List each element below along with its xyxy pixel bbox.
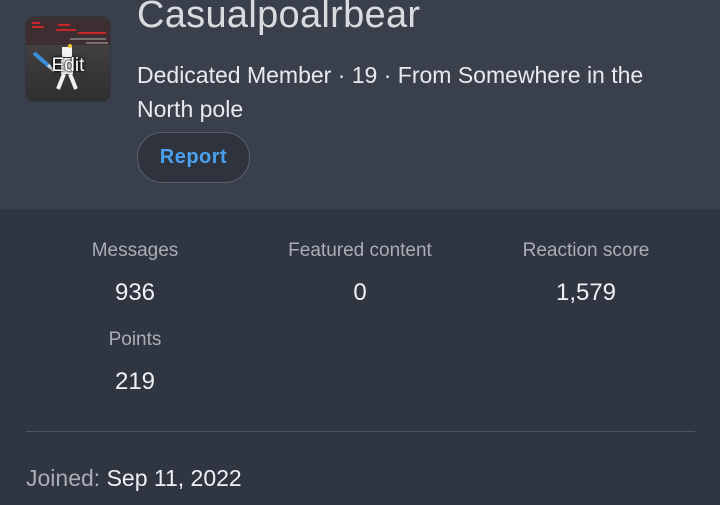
joined-label: Joined:: [26, 465, 101, 491]
avatar[interactable]: Edit: [26, 17, 110, 101]
stat-points[interactable]: Points 219: [22, 329, 248, 396]
member-blurb: Dedicated Member · 19 · From Somewhere i…: [137, 62, 644, 122]
stat-label: Featured content: [288, 240, 432, 261]
stat-reaction-score[interactable]: Reaction score 1,579: [473, 240, 699, 307]
stat-featured-content[interactable]: Featured content 0: [247, 240, 473, 307]
stat-value: 1,579: [555, 279, 617, 306]
stat-label: Reaction score: [522, 240, 650, 261]
stat-value: 0: [353, 279, 367, 306]
stat-value: 219: [114, 368, 156, 395]
avatar-edit-link[interactable]: Edit: [26, 55, 110, 77]
joined-date: Sep 11, 2022: [106, 465, 242, 491]
joined-info: Joined: Sep 11, 2022: [26, 465, 242, 492]
username: Casualpoalrbear: [137, 0, 421, 36]
stat-value: 936: [114, 279, 156, 306]
report-button[interactable]: Report: [137, 132, 250, 183]
profile-header: Edit Casualpoalrbear Dedicated Member · …: [0, 0, 720, 209]
stat-label: Points: [108, 329, 162, 350]
stat-messages[interactable]: Messages 936: [22, 240, 248, 307]
divider: [26, 431, 695, 432]
stat-label: Messages: [91, 240, 179, 261]
